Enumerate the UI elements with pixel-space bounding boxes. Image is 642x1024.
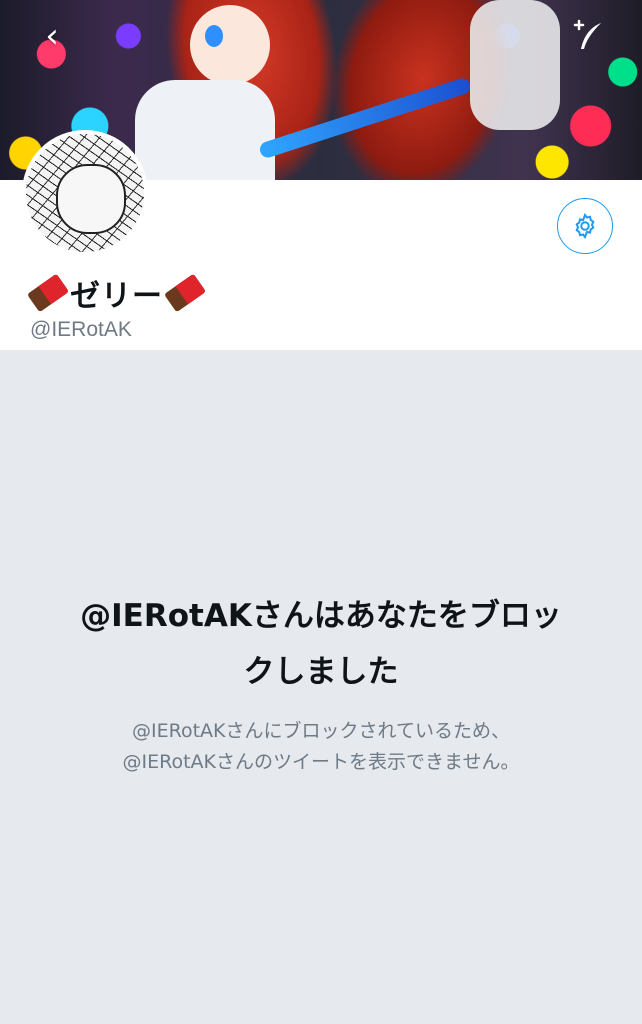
banner-art-shirt [135, 80, 275, 180]
banner-art-eye [205, 25, 223, 47]
chevron-left-icon: ‹ [45, 16, 59, 56]
back-button[interactable]: ‹ [30, 14, 74, 58]
blocked-description-line-1: @IERotAKさんにブロックされているため、 [132, 720, 510, 742]
profile-settings-button[interactable] [557, 198, 613, 254]
user-handle: @IERotAK [30, 318, 132, 341]
blocked-title: @IERotAKさんはあなたをブロッ クしました [41, 588, 601, 700]
blocked-notice: @IERotAKさんはあなたをブロッ クしました @IERotAKさんにブロック… [0, 588, 642, 778]
avatar-face [56, 164, 126, 234]
display-name-row: ゼリー [26, 272, 207, 314]
banner-art-second-character [470, 0, 560, 130]
chocolate-bar-icon [26, 273, 70, 313]
gear-icon [575, 212, 595, 240]
banner-art-face [190, 5, 270, 85]
blocked-title-line-2: クしました [243, 654, 399, 690]
compose-tweet-icon [573, 19, 601, 49]
compose-tweet-button[interactable] [566, 14, 610, 58]
blocked-description-line-2: @IERotAKさんのツイートを表示できません。 [122, 751, 520, 773]
blocked-title-line-1: @IERotAKさんはあなたをブロッ [80, 598, 562, 634]
chocolate-bar-icon [163, 273, 207, 313]
blocked-description: @IERotAKさんにブロックされているため、 @IERotAKさんのツイートを… [0, 716, 642, 778]
display-name: ゼリー [70, 279, 163, 314]
avatar[interactable] [22, 130, 148, 256]
